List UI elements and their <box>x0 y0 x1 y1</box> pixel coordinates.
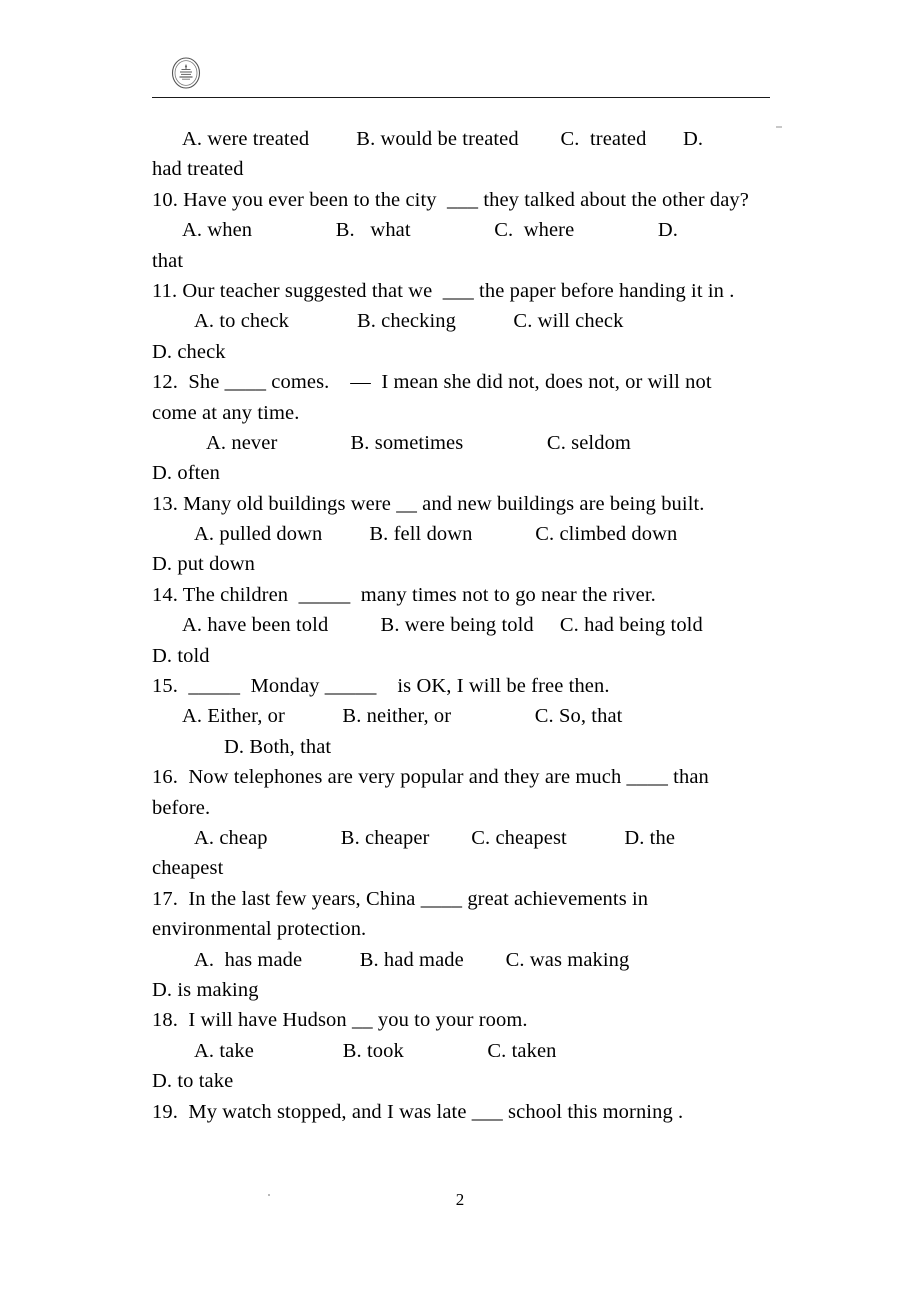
text-line: come at any time. <box>152 401 300 424</box>
school-seal-icon <box>170 56 202 90</box>
document-page: A. were treated B. would be treated C. t… <box>0 0 920 1300</box>
text-line: A. to check B. checking C. will check <box>194 310 624 333</box>
text-line: A. cheap B. cheaper C. cheapest D. the <box>194 826 676 849</box>
text-line: 10. Have you ever been to the city ___ t… <box>152 188 749 211</box>
page-header <box>152 56 770 102</box>
text-line: 18. I will have Hudson __ you to your ro… <box>152 1009 528 1032</box>
text-line: 11. Our teacher suggested that we ___ th… <box>152 279 735 302</box>
text-line: D. Both, that <box>224 735 332 758</box>
text-line: D. to take <box>152 1070 234 1093</box>
text-line: D. often <box>152 462 220 485</box>
text-line: 16. Now telephones are very popular and … <box>152 766 709 789</box>
text-line: 13. Many old buildings were __ and new b… <box>152 492 705 515</box>
page-footer: 2 <box>0 1190 920 1210</box>
text-line: 19. My watch stopped, and I was late ___… <box>152 1100 684 1123</box>
header-divider-rule <box>152 97 770 98</box>
text-line: D. told <box>152 644 210 667</box>
text-line: A. were treated B. would be treated C. t… <box>182 128 704 150</box>
text-line: before. <box>152 796 211 819</box>
question-body: A. were treated B. would be treated C. t… <box>152 124 792 1127</box>
text-line: A. pulled down B. fell down C. climbed d… <box>194 523 678 546</box>
text-line: A. take B. took C. taken <box>194 1039 557 1062</box>
text-line: 15. _____ Monday _____ is OK, I will be … <box>152 675 610 698</box>
text-line: 12. She ____ comes. — I mean she did not… <box>152 371 712 394</box>
page-number: 2 <box>455 1190 465 1209</box>
text-line: that <box>152 249 184 272</box>
text-line: D. check <box>152 340 226 363</box>
text-line: had treated <box>152 158 244 181</box>
text-line: A. when B. what C. where D. <box>182 219 679 242</box>
text-line: A. Either, or B. neither, or C. So, that <box>182 705 623 728</box>
text-line: D. put down <box>152 553 256 576</box>
text-line: 17. In the last few years, China ____ gr… <box>152 887 649 910</box>
text-line: 14. The children _____ many times not to… <box>152 583 656 606</box>
text-line: environmental protection. <box>152 918 367 941</box>
text-line: D. is making <box>152 978 259 1001</box>
text-line: A. has made B. had made C. was making <box>194 948 630 971</box>
text-line: A. never B. sometimes C. seldom <box>206 431 631 454</box>
text-line: A. have been told B. were being told C. … <box>182 614 703 637</box>
text-line: cheapest <box>152 857 224 880</box>
